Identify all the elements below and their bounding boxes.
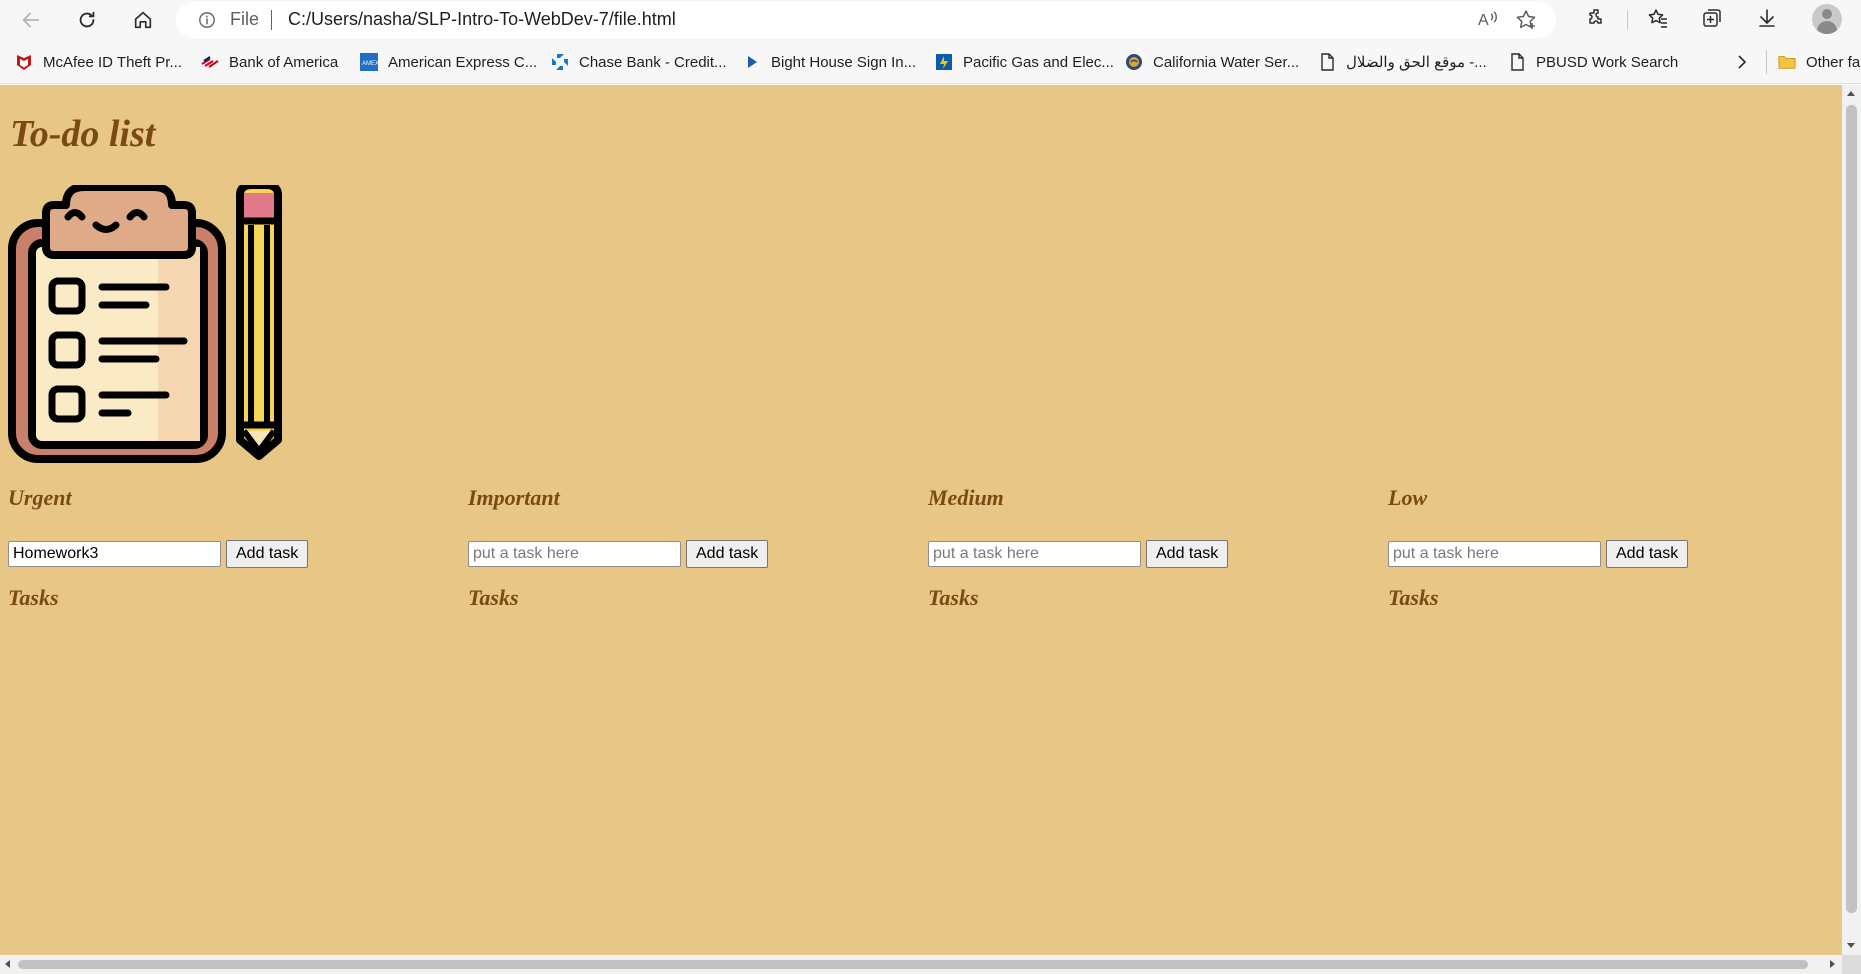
column-heading: Important: [468, 485, 560, 510]
task-form: Add task: [468, 540, 769, 568]
add-task-button[interactable]: Add task: [686, 540, 769, 568]
bookmarks-bar: McAfee ID Theft Pr... Bank of America AM…: [0, 40, 1861, 84]
home-icon: [134, 11, 152, 29]
back-button[interactable]: [14, 4, 48, 36]
column-medium: Medium Add task Tasks: [928, 485, 1388, 610]
svg-text:AMEX: AMEX: [362, 61, 378, 67]
column-urgent: Urgent Add task Tasks: [8, 485, 468, 610]
bookmark-mcafee[interactable]: McAfee ID Theft Pr...: [15, 51, 182, 73]
bookmark-label: Bight House Sign In...: [771, 53, 917, 71]
vertical-scroll-thumb[interactable]: [1846, 105, 1857, 913]
bookmark-chase[interactable]: Chase Bank - Credit...: [551, 51, 727, 73]
clipboard-pencil-illustration: [8, 185, 282, 463]
mcafee-icon: [15, 53, 33, 71]
bookmark-american-express[interactable]: AMEX American Express C...: [360, 51, 537, 73]
bookmark-pge[interactable]: Pacific Gas and Elec...: [935, 51, 1114, 73]
scrollbar-corner: [1842, 955, 1861, 974]
collections-icon[interactable]: [1700, 6, 1724, 30]
add-task-button[interactable]: Add task: [1146, 540, 1229, 568]
bookmark-label: Pacific Gas and Elec...: [963, 53, 1114, 71]
scroll-down-icon[interactable]: [1847, 943, 1855, 948]
browser-toolbar: File C:/Users/nasha/SLP-Intro-To-WebDev-…: [0, 0, 1861, 40]
bookmark-label: Chase Bank - Credit...: [579, 53, 727, 71]
bookmark-label: Bank of America: [229, 53, 339, 71]
column-important: Important Add task Tasks: [468, 485, 928, 610]
tasks-heading: Tasks: [8, 585, 59, 610]
info-icon[interactable]: [198, 11, 216, 29]
bookmark-label: McAfee ID Theft Pr...: [43, 53, 182, 71]
column-low: Low Add task Tasks: [1388, 485, 1828, 610]
toolbar-divider: [1627, 10, 1628, 30]
horizontal-scroll-thumb[interactable]: [18, 960, 1808, 969]
bookmark-arabic-site[interactable]: موقع الحق والضلال -...: [1318, 51, 1487, 73]
back-arrow-icon: [22, 12, 40, 28]
horizontal-scrollbar[interactable]: [0, 955, 1842, 974]
bookmark-bank-of-america[interactable]: Bank of America: [201, 51, 338, 73]
bookmark-label: American Express C...: [388, 53, 538, 71]
column-heading: Urgent: [8, 485, 72, 510]
chase-icon: [551, 53, 569, 71]
downloads-icon[interactable]: [1755, 6, 1779, 30]
task-form: Add task: [1388, 540, 1689, 568]
address-separator: [271, 10, 272, 30]
page-title: To-do list: [10, 113, 156, 155]
read-aloud-icon[interactable]: A: [1476, 8, 1500, 32]
tasks-heading: Tasks: [1388, 585, 1439, 610]
bookmark-label: PBUSD Work Search: [1536, 53, 1679, 71]
task-form: Add task: [8, 540, 309, 568]
play-icon: [743, 53, 761, 71]
bookmark-other-favorites[interactable]: Other fa: [1778, 51, 1860, 73]
favorites-icon[interactable]: [1646, 6, 1670, 30]
svg-text:A: A: [1478, 12, 1489, 29]
bookmark-pbusd[interactable]: PBUSD Work Search: [1508, 51, 1678, 73]
task-input[interactable]: [468, 541, 681, 567]
address-url[interactable]: C:/Users/nasha/SLP-Intro-To-WebDev-7/fil…: [288, 9, 676, 30]
task-input[interactable]: [8, 541, 221, 567]
page-icon: [1508, 53, 1526, 71]
pge-icon: [935, 53, 953, 71]
cal-water-icon: [1125, 53, 1143, 71]
page-icon: [1318, 53, 1336, 71]
extensions-icon[interactable]: [1585, 6, 1609, 30]
tasks-heading: Tasks: [928, 585, 979, 610]
profile-avatar[interactable]: [1812, 4, 1842, 34]
bookmarks-overflow-button[interactable]: [1733, 51, 1751, 73]
add-task-button[interactable]: Add task: [226, 540, 309, 568]
refresh-button[interactable]: [70, 4, 104, 36]
bookmark-california-water[interactable]: California Water Ser...: [1125, 51, 1299, 73]
scroll-up-icon[interactable]: [1847, 91, 1855, 96]
chevron-right-icon: [1738, 55, 1747, 69]
bookmark-label: Other fa: [1806, 53, 1861, 71]
amex-icon: AMEX: [360, 53, 378, 71]
add-task-button[interactable]: Add task: [1606, 540, 1689, 568]
task-input[interactable]: [928, 541, 1141, 567]
bookmark-label: موقع الحق والضلال -...: [1346, 54, 1487, 71]
tasks-heading: Tasks: [468, 585, 519, 610]
refresh-icon: [79, 11, 95, 28]
scroll-left-icon[interactable]: [5, 960, 10, 968]
task-form: Add task: [928, 540, 1229, 568]
column-heading: Low: [1388, 485, 1428, 510]
column-heading: Medium: [928, 485, 1004, 510]
vertical-scrollbar[interactable]: [1842, 85, 1861, 955]
folder-icon: [1778, 53, 1796, 71]
scroll-right-icon[interactable]: [1830, 960, 1835, 968]
bank-of-america-icon: [201, 53, 219, 71]
address-bar[interactable]: File C:/Users/nasha/SLP-Intro-To-WebDev-…: [176, 2, 1556, 38]
page-viewport: To-do list Urgent Add task Tasks Importa…: [0, 85, 1842, 955]
add-favorite-icon[interactable]: [1514, 8, 1538, 32]
bookmark-bright-house[interactable]: Bight House Sign In...: [743, 51, 916, 73]
task-input[interactable]: [1388, 541, 1601, 567]
bookmarks-divider: [1766, 50, 1767, 74]
address-scheme: File: [230, 9, 260, 29]
bookmark-label: California Water Ser...: [1153, 53, 1300, 71]
home-button[interactable]: [126, 4, 160, 36]
